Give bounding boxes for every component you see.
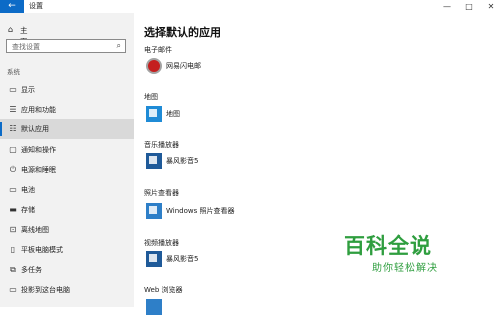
sidebar-item-power[interactable]: ⏻ 电源和睡眠 bbox=[0, 160, 134, 180]
minimize-icon: — bbox=[443, 2, 451, 11]
notifications-icon: ▢ bbox=[9, 145, 17, 154]
multitasking-icon: ⧉ bbox=[10, 265, 16, 274]
category-photos: 照片查看器 bbox=[144, 189, 179, 197]
sidebar-item-apps[interactable]: ☰ 应用和功能 bbox=[0, 100, 134, 120]
email-app-name[interactable]: 网易闪电邮 bbox=[166, 61, 201, 71]
search-input[interactable]: 查找设置 ⌕ bbox=[6, 39, 126, 53]
maximize-icon: □ bbox=[465, 2, 473, 11]
photo-viewer-icon[interactable] bbox=[146, 203, 162, 219]
title-bar: ← 设置 — □ ✕ bbox=[0, 0, 500, 13]
main-panel: 选择默认的应用 电子邮件 网易闪电邮 地图 地图 音乐播放器 暴风影音5 照片查… bbox=[134, 13, 500, 315]
map-pin-icon bbox=[149, 109, 157, 117]
sidebar-item-notifications[interactable]: ▢ 通知和操作 bbox=[0, 140, 134, 160]
sidebar-item-tablet-mode[interactable]: ▯ 平板电脑模式 bbox=[0, 240, 134, 260]
section-label: 系统 bbox=[7, 68, 20, 76]
sidebar-item-offline-maps[interactable]: ⊡ 离线地图 bbox=[0, 220, 134, 240]
sidebar-item-label: 投影到这台电脑 bbox=[21, 286, 70, 294]
media-glyph-icon bbox=[149, 156, 157, 164]
power-icon: ⏻ bbox=[9, 165, 17, 174]
sidebar-item-label: 存储 bbox=[21, 206, 35, 214]
maps-app-name[interactable]: 地图 bbox=[166, 109, 180, 119]
project-icon: ▭ bbox=[9, 285, 17, 294]
sidebar-item-multitasking[interactable]: ⧉ 多任务 bbox=[0, 260, 134, 280]
sidebar-item-display[interactable]: ▭ 显示 bbox=[0, 80, 134, 100]
video-app-name[interactable]: 暴风影音5 bbox=[166, 254, 198, 264]
music-app-name[interactable]: 暴风影音5 bbox=[166, 156, 198, 166]
sidebar-item-label: 电源和睡眠 bbox=[21, 166, 56, 174]
category-video: 视频播放器 bbox=[144, 239, 179, 247]
watermark-subtitle: 助你轻松解决 bbox=[372, 263, 438, 274]
maximize-button[interactable]: □ bbox=[462, 0, 476, 13]
page-title: 选择默认的应用 bbox=[144, 26, 221, 39]
sidebar-item-default-apps[interactable]: ☷ 默认应用 bbox=[0, 119, 134, 139]
search-icon: ⌕ bbox=[116, 41, 121, 50]
category-browser: Web 浏览器 bbox=[144, 286, 183, 294]
photo-glyph-icon bbox=[149, 206, 157, 214]
photo-app-name[interactable]: Windows 照片查看器 bbox=[166, 206, 234, 216]
category-music: 音乐播放器 bbox=[144, 141, 179, 149]
mail-app-icon[interactable] bbox=[146, 58, 162, 74]
sidebar-item-label: 应用和功能 bbox=[21, 106, 56, 114]
close-icon: ✕ bbox=[487, 2, 495, 11]
music-player-icon[interactable] bbox=[146, 153, 162, 169]
display-icon: ▭ bbox=[9, 85, 17, 94]
tablet-mode-icon: ▯ bbox=[10, 245, 16, 254]
sidebar-item-label: 默认应用 bbox=[21, 125, 49, 133]
browser-icon[interactable] bbox=[146, 299, 162, 315]
offline-maps-icon: ⊡ bbox=[9, 225, 17, 234]
video-player-icon[interactable] bbox=[146, 251, 162, 267]
maps-app-icon[interactable] bbox=[146, 106, 162, 122]
sidebar-item-project[interactable]: ▭ 投影到这台电脑 bbox=[0, 280, 134, 300]
category-email: 电子邮件 bbox=[144, 46, 172, 54]
video-glyph-icon bbox=[149, 254, 157, 262]
search-placeholder: 查找设置 bbox=[12, 43, 40, 51]
battery-icon: ▭ bbox=[9, 185, 17, 194]
category-maps: 地图 bbox=[144, 93, 158, 101]
close-button[interactable]: ✕ bbox=[484, 0, 498, 13]
back-button[interactable]: ← bbox=[0, 0, 24, 13]
sidebar-item-storage[interactable]: ▬ 存储 bbox=[0, 200, 134, 220]
window-title: 设置 bbox=[29, 2, 43, 10]
sidebar: ⌂ 主页 查找设置 ⌕ 系统 ▭ 显示 ☰ 应用和功能 ☷ 默认应用 ▢ 通知和… bbox=[0, 13, 134, 307]
default-apps-icon: ☷ bbox=[9, 124, 17, 133]
sidebar-item-label: 显示 bbox=[21, 86, 35, 94]
sidebar-item-battery[interactable]: ▭ 电池 bbox=[0, 180, 134, 200]
watermark-title: 百科全说 bbox=[344, 234, 432, 258]
storage-icon: ▬ bbox=[9, 205, 17, 214]
home-icon: ⌂ bbox=[8, 25, 14, 34]
minimize-button[interactable]: — bbox=[440, 0, 454, 13]
sidebar-item-label: 多任务 bbox=[21, 266, 42, 274]
back-arrow-icon: ← bbox=[8, 1, 16, 11]
sidebar-item-label: 平板电脑模式 bbox=[21, 246, 63, 254]
sidebar-item-label: 离线地图 bbox=[21, 226, 49, 234]
apps-icon: ☰ bbox=[9, 105, 17, 114]
sidebar-item-label: 通知和操作 bbox=[21, 146, 56, 154]
sidebar-item-label: 电池 bbox=[21, 186, 35, 194]
selection-indicator bbox=[0, 122, 2, 136]
